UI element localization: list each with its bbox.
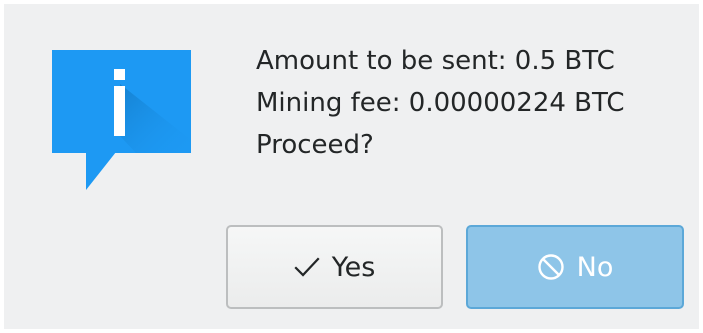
checkmark-icon	[294, 256, 320, 278]
message-text: Amount to be sent: 0.5 BTC Mining fee: 0…	[256, 40, 625, 166]
proceed-question: Proceed?	[256, 130, 374, 160]
fee-line: Mining fee: 0.00000224 BTC	[256, 88, 625, 118]
yes-button-label: Yes	[331, 251, 376, 283]
amount-line: Amount to be sent: 0.5 BTC	[256, 46, 615, 76]
yes-button[interactable]: Yes	[226, 225, 443, 309]
cancel-icon	[537, 253, 565, 281]
no-button-label: No	[576, 251, 614, 283]
no-button[interactable]: No	[466, 225, 684, 309]
confirm-dialog: Amount to be sent: 0.5 BTC Mining fee: 0…	[4, 4, 699, 329]
information-icon	[52, 50, 191, 190]
